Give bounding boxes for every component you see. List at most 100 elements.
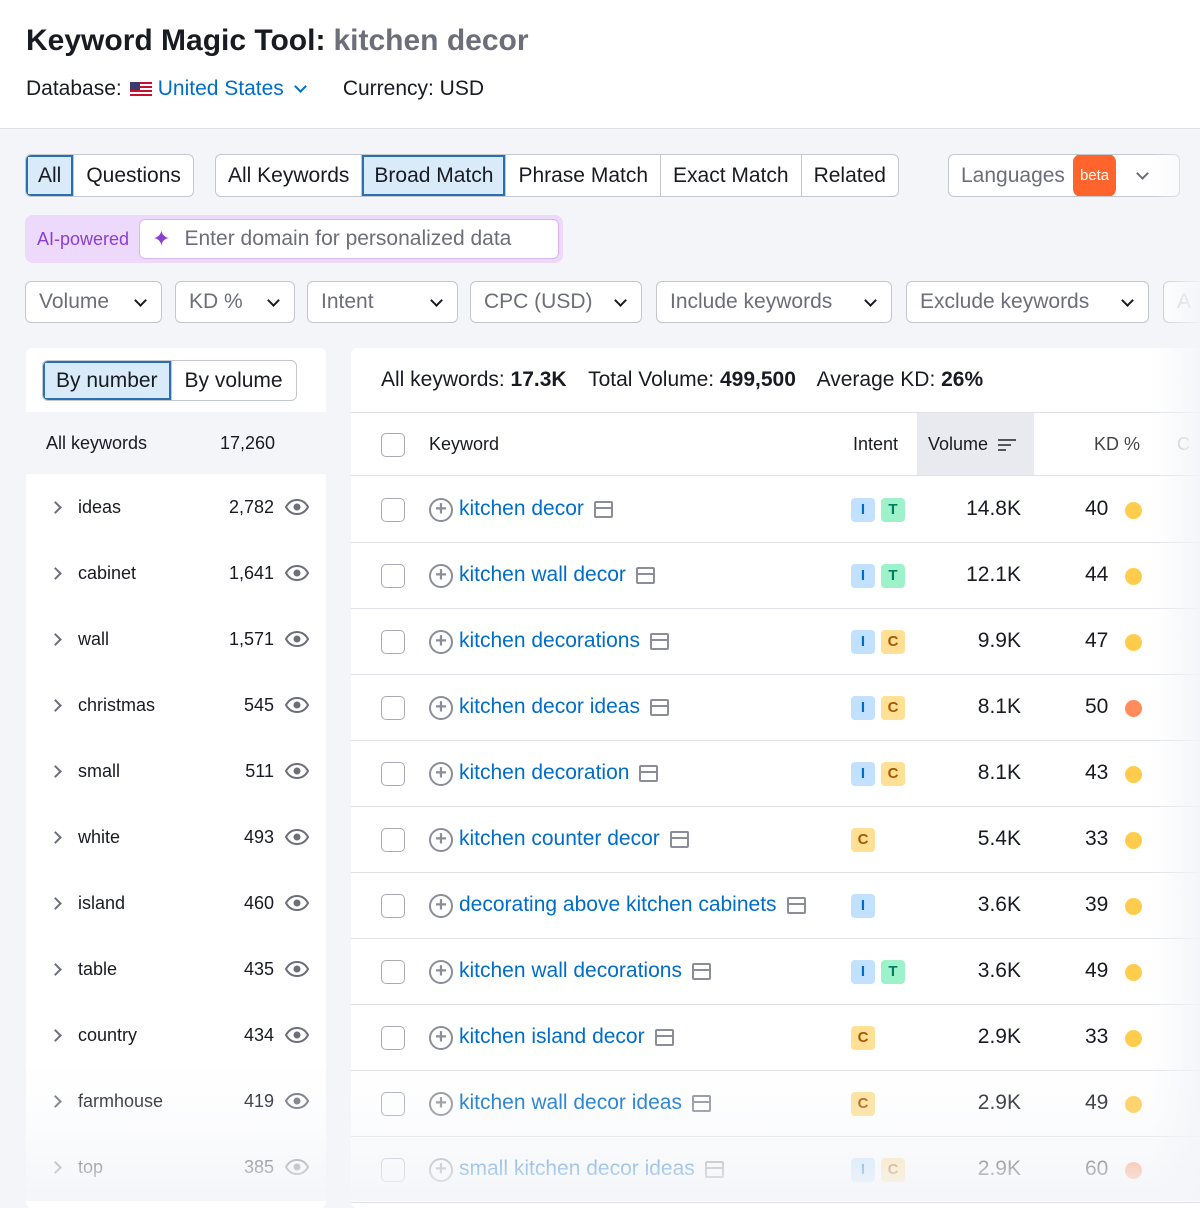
chevron-right-icon[interactable] <box>49 632 62 646</box>
row-checkbox[interactable] <box>381 696 405 720</box>
row-checkbox[interactable] <box>381 1026 405 1050</box>
eye-icon[interactable] <box>284 1092 310 1110</box>
column-kd[interactable]: KD % <box>1094 413 1140 475</box>
keyword-group-item[interactable]: cabinet 1,641 <box>26 540 326 606</box>
keyword-text[interactable]: kitchen wall decorations <box>459 959 682 983</box>
filter-a[interactable]: A <box>1163 281 1200 323</box>
column-keyword[interactable]: Keyword <box>429 413 499 475</box>
row-checkbox[interactable] <box>381 1092 405 1116</box>
eye-icon[interactable] <box>284 960 310 978</box>
keyword-link[interactable]: small kitchen decor ideas <box>459 1157 724 1181</box>
row-checkbox[interactable] <box>381 762 405 786</box>
keyword-text[interactable]: kitchen decoration <box>459 761 629 785</box>
keyword-text[interactable]: kitchen island decor <box>459 1025 645 1049</box>
filter-kd[interactable]: KD % <box>175 281 295 323</box>
add-to-list-icon[interactable]: + <box>429 894 453 918</box>
chevron-right-icon[interactable] <box>49 566 62 580</box>
keyword-group-item[interactable]: ideas 2,782 <box>26 474 326 540</box>
add-to-list-icon[interactable]: + <box>429 630 453 654</box>
keyword-link[interactable]: kitchen decoration <box>459 761 659 785</box>
keyword-text[interactable]: kitchen wall decor <box>459 563 626 587</box>
add-to-list-icon[interactable]: + <box>429 498 453 522</box>
keyword-link[interactable]: kitchen decorations <box>459 629 669 653</box>
tab-all-keywords[interactable]: All Keywords <box>216 155 363 196</box>
filter-include-keywords[interactable]: Include keywords <box>656 281 892 323</box>
row-checkbox[interactable] <box>381 1158 405 1182</box>
eye-icon[interactable] <box>284 498 310 516</box>
serp-features-icon[interactable] <box>649 632 669 650</box>
select-all-checkbox[interactable] <box>381 433 405 457</box>
by-number-button[interactable]: By number <box>43 361 171 400</box>
eye-icon[interactable] <box>284 1026 310 1044</box>
column-cpc[interactable]: C <box>1177 413 1190 475</box>
eye-icon[interactable] <box>284 894 310 912</box>
keyword-group-item[interactable]: christmas 545 <box>26 672 326 738</box>
keyword-text[interactable]: kitchen wall decor ideas <box>459 1091 682 1115</box>
serp-features-icon[interactable] <box>635 566 655 584</box>
serp-features-icon[interactable] <box>704 1160 724 1178</box>
keyword-group-item[interactable]: top 385 <box>26 1134 326 1200</box>
keyword-text[interactable]: kitchen counter decor <box>459 827 660 851</box>
row-checkbox[interactable] <box>381 960 405 984</box>
keyword-link[interactable]: kitchen island decor <box>459 1025 674 1049</box>
tab-questions[interactable]: Questions <box>74 155 193 196</box>
add-to-list-icon[interactable]: + <box>429 696 453 720</box>
chevron-right-icon[interactable] <box>49 962 62 976</box>
keyword-link[interactable]: kitchen decor ideas <box>459 695 669 719</box>
add-to-list-icon[interactable]: + <box>429 828 453 852</box>
eye-icon[interactable] <box>284 696 310 714</box>
serp-features-icon[interactable] <box>654 1028 674 1046</box>
serp-features-icon[interactable] <box>691 962 711 980</box>
row-checkbox[interactable] <box>381 564 405 588</box>
eye-icon[interactable] <box>284 564 310 582</box>
serp-features-icon[interactable] <box>649 698 669 716</box>
eye-icon[interactable] <box>284 1158 310 1176</box>
keyword-link[interactable]: kitchen counter decor <box>459 827 689 851</box>
serp-features-icon[interactable] <box>593 500 613 518</box>
keyword-link[interactable]: kitchen decor <box>459 497 613 521</box>
filter-cpc-usd[interactable]: CPC (USD) <box>470 281 642 323</box>
chevron-right-icon[interactable] <box>49 1094 62 1108</box>
keyword-group-item[interactable]: country 434 <box>26 1002 326 1068</box>
serp-features-icon[interactable] <box>639 764 659 782</box>
keyword-link[interactable]: kitchen wall decorations <box>459 959 711 983</box>
database-selector[interactable]: United States <box>158 77 311 101</box>
keyword-link[interactable]: kitchen wall decor <box>459 563 655 587</box>
keyword-text[interactable]: kitchen decor <box>459 497 584 521</box>
database-value[interactable]: United States <box>158 77 284 100</box>
keyword-group-item[interactable]: wall 1,571 <box>26 606 326 672</box>
all-keywords-group[interactable]: All keywords 17,260 <box>26 412 326 474</box>
languages-dropdown[interactable]: Languages beta <box>948 154 1180 197</box>
add-to-list-icon[interactable]: + <box>429 1158 453 1182</box>
keyword-text[interactable]: decorating above kitchen cabinets <box>459 893 777 917</box>
chevron-right-icon[interactable] <box>49 1028 62 1042</box>
keyword-group-item[interactable]: island 460 <box>26 870 326 936</box>
row-checkbox[interactable] <box>381 894 405 918</box>
filter-exclude-keywords[interactable]: Exclude keywords <box>906 281 1149 323</box>
eye-icon[interactable] <box>284 762 310 780</box>
row-checkbox[interactable] <box>381 828 405 852</box>
tab-broad-match[interactable]: Broad Match <box>362 155 507 196</box>
add-to-list-icon[interactable]: + <box>429 564 453 588</box>
keyword-group-item[interactable]: small 511 <box>26 738 326 804</box>
column-intent[interactable]: Intent <box>853 413 898 475</box>
keyword-text[interactable]: small kitchen decor ideas <box>459 1157 695 1181</box>
column-volume[interactable]: Volume <box>917 413 1034 475</box>
tab-all[interactable]: All <box>26 155 75 196</box>
row-checkbox[interactable] <box>381 630 405 654</box>
filter-intent[interactable]: Intent <box>307 281 458 323</box>
add-to-list-icon[interactable]: + <box>429 1092 453 1116</box>
domain-input[interactable]: ✦ Enter domain for personalized data <box>139 219 559 259</box>
keyword-text[interactable]: kitchen decor ideas <box>459 695 640 719</box>
add-to-list-icon[interactable]: + <box>429 762 453 786</box>
tab-exact-match[interactable]: Exact Match <box>661 155 802 196</box>
keyword-group-item[interactable]: table 435 <box>26 936 326 1002</box>
tab-phrase-match[interactable]: Phrase Match <box>506 155 662 196</box>
serp-features-icon[interactable] <box>669 830 689 848</box>
serp-features-icon[interactable] <box>691 1094 711 1112</box>
keyword-text[interactable]: kitchen decorations <box>459 629 640 653</box>
eye-icon[interactable] <box>284 828 310 846</box>
serp-features-icon[interactable] <box>786 896 806 914</box>
chevron-right-icon[interactable] <box>49 1160 62 1174</box>
by-volume-button[interactable]: By volume <box>170 361 296 400</box>
